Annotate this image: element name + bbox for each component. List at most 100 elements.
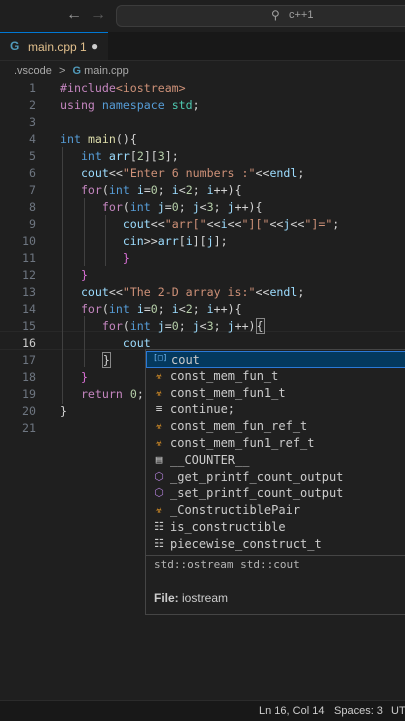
code-line: int arr[2][3]; bbox=[80, 149, 179, 163]
code-line: cin>>arr[i][j]; bbox=[122, 234, 228, 248]
suggest-detail: std::ostream std::cout bbox=[154, 558, 300, 571]
symbol-class-icon: ☣ bbox=[155, 419, 163, 433]
suggest-item[interactable]: [□] cout bbox=[146, 351, 405, 368]
arrow-left-icon[interactable]: ← bbox=[66, 6, 82, 24]
code-line: cout<<"The 2-D array is:"<<endl; bbox=[80, 285, 305, 299]
file-value: iostream bbox=[182, 591, 229, 605]
suggest-item-label: const_mem_fun1_ref_t bbox=[170, 436, 315, 450]
search-icon: ⚲ bbox=[271, 8, 280, 22]
line-number-text: 21 bbox=[22, 421, 36, 435]
line-number-text: 2 bbox=[29, 98, 36, 112]
line-number-text: 14 bbox=[22, 302, 36, 316]
suggest-item-label: is_constructible bbox=[170, 520, 286, 534]
suggest-file-info: File: iostream bbox=[154, 591, 228, 605]
suggest-item-label: _ConstructiblePair bbox=[170, 503, 301, 518]
arrow-right-icon[interactable]: → bbox=[90, 6, 106, 24]
suggest-item[interactable]: ☣ _ConstructiblePair bbox=[146, 502, 405, 519]
code-line: cout<<"arr["<<i<<"]["<<j<<"]="; bbox=[122, 217, 340, 231]
search-text: c++1 bbox=[289, 9, 314, 21]
code-line: using namespace std; bbox=[60, 98, 200, 112]
symbol-method-icon: ⬡ bbox=[154, 469, 164, 483]
suggest-item[interactable]: ⬡ _set_printf_count_output bbox=[146, 485, 405, 502]
line-number-text: 6 bbox=[29, 166, 36, 180]
encoding-status[interactable]: UT bbox=[391, 705, 405, 717]
suggest-item[interactable]: ☷ is_constructible bbox=[146, 519, 405, 536]
suggest-item-label: const_mem_fun1_t bbox=[170, 385, 286, 400]
line-number-text: 19 bbox=[22, 387, 36, 401]
suggest-widget[interactable]: [□] cout ☣ const_mem_fun_t ☣ const_mem_fun1_t… bbox=[145, 349, 405, 615]
code-line-current: cout bbox=[122, 336, 151, 350]
symbol-class-icon: ☣ bbox=[155, 368, 163, 382]
suggest-item-label: __COUNTER__ bbox=[170, 452, 250, 467]
divider bbox=[146, 555, 405, 556]
line-number-text: 12 bbox=[22, 268, 36, 282]
code-line: return 0; bbox=[80, 387, 144, 401]
line-number-text: 15 bbox=[22, 319, 36, 333]
suggest-item[interactable]: ▤ __COUNTER__ bbox=[146, 452, 405, 469]
line-number-text: 16 bbox=[22, 336, 36, 350]
code-line: } bbox=[101, 352, 111, 368]
cpp-file-icon: G bbox=[10, 39, 20, 53]
code-line: } bbox=[60, 404, 67, 418]
suggest-item[interactable]: ☣ const_mem_fun1_ref_t bbox=[146, 435, 405, 452]
line-number-text: 18 bbox=[22, 370, 36, 384]
symbol-class-icon: ☣ bbox=[155, 436, 163, 449]
cursor-position[interactable]: Ln 16, Col 14 bbox=[259, 705, 324, 717]
code-line: } bbox=[122, 251, 130, 265]
breadcrumb-folder[interactable]: .vscode bbox=[14, 65, 52, 77]
tab-main-cpp[interactable]: G main.cpp 1 ● bbox=[0, 32, 108, 60]
line-number-text: 9 bbox=[29, 217, 36, 231]
symbol-method-icon: ⬡ bbox=[154, 486, 164, 500]
code-line: } bbox=[80, 370, 88, 384]
code-line: } bbox=[80, 268, 88, 282]
indentation-status[interactable]: Spaces: 3 bbox=[334, 705, 383, 717]
tab-bar: G main.cpp 1 ● bbox=[0, 32, 405, 61]
command-center-search[interactable]: ⚲ c++1 bbox=[116, 5, 405, 27]
line-number-text: 5 bbox=[29, 149, 36, 163]
line-number-text: 1 bbox=[29, 81, 36, 95]
title-bar: ← → ⚲ c++1 bbox=[0, 0, 405, 32]
suggest-item-label: _set_printf_count_output bbox=[170, 486, 344, 501]
status-bar: Ln 16, Col 14 Spaces: 3 UT bbox=[0, 700, 405, 721]
suggest-item[interactable]: ☣ const_mem_fun1_t bbox=[146, 385, 405, 402]
suggest-item-label: const_mem_fun_ref_t bbox=[170, 419, 308, 434]
cpp-file-icon: G bbox=[72, 65, 82, 77]
line-number-text: 10 bbox=[22, 234, 36, 248]
suggest-item-label: cout bbox=[171, 353, 200, 367]
code-line: for(int i=0; i<2; i++){ bbox=[80, 183, 242, 197]
code-line: for(int i=0; i<2; i++){ bbox=[80, 302, 242, 316]
breadcrumb: .vscode > G main.cpp bbox=[14, 65, 129, 77]
symbol-class-icon: ☣ bbox=[155, 385, 163, 399]
symbol-constant-icon: ▤ bbox=[155, 452, 163, 466]
unsaved-dot-icon[interactable]: ● bbox=[91, 39, 98, 53]
breadcrumb-file[interactable]: main.cpp bbox=[84, 65, 129, 77]
symbol-class-icon: ☣ bbox=[155, 503, 163, 517]
suggest-item[interactable]: ☣ const_mem_fun_t bbox=[146, 368, 405, 385]
suggest-item-label: _get_printf_count_output bbox=[170, 469, 344, 484]
code-line: for(int j=0; j<3; j++){ bbox=[101, 200, 263, 214]
code-line: for(int j=0; j<3; j++){ bbox=[101, 318, 265, 334]
suggest-item[interactable]: ☷ piecewise_construct_t bbox=[146, 536, 405, 553]
code-line: cout<<"Enter 6 numbers :"<<endl; bbox=[80, 166, 305, 180]
line-number-text: 4 bbox=[29, 132, 36, 146]
symbol-variable-icon: [□] bbox=[153, 353, 168, 362]
line-number-text: 20 bbox=[22, 404, 36, 418]
symbol-struct-icon: ☷ bbox=[154, 536, 164, 550]
code-line: #include<iostream> bbox=[60, 81, 186, 95]
suggest-item[interactable]: ☣ const_mem_fun_ref_t bbox=[146, 418, 405, 435]
file-label: File: bbox=[154, 591, 179, 605]
line-number-text: 11 bbox=[22, 251, 36, 265]
symbol-struct-icon: ☷ bbox=[154, 520, 164, 533]
suggest-item-label: continue; bbox=[170, 402, 236, 417]
suggest-item[interactable]: ≡ continue; bbox=[146, 401, 405, 418]
chevron-right-icon: > bbox=[58, 65, 66, 77]
code-line: int main(){ bbox=[60, 132, 137, 146]
line-number-text: 7 bbox=[29, 183, 36, 197]
line-number-text: 8 bbox=[29, 200, 36, 214]
line-number-text: 13 bbox=[22, 285, 36, 299]
suggest-item-label: piecewise_construct_t bbox=[170, 536, 322, 551]
suggest-item[interactable]: ⬡ _get_printf_count_output bbox=[146, 469, 405, 486]
tab-label: main.cpp bbox=[28, 40, 77, 54]
suggest-item-label: const_mem_fun_t bbox=[170, 368, 279, 383]
line-number-text: 17 bbox=[22, 353, 36, 367]
